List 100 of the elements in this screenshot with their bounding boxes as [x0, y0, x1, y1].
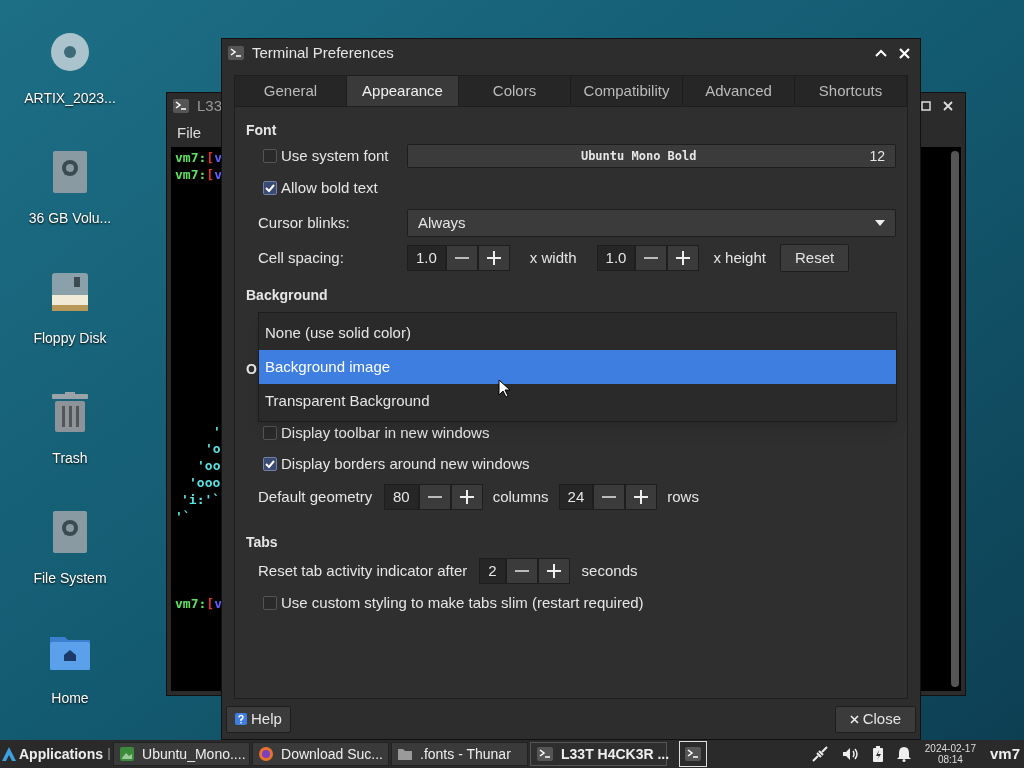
- decrement-button[interactable]: [593, 484, 626, 510]
- increment-button[interactable]: [450, 484, 483, 510]
- field-label: rows: [666, 486, 700, 507]
- taskbar-button[interactable]: .fonts - Thunar: [391, 742, 528, 766]
- field-label: x width: [528, 247, 578, 268]
- help-icon: [235, 713, 247, 725]
- terminal-icon: [685, 747, 701, 761]
- bell-icon[interactable]: [896, 746, 911, 762]
- desktop-icon-label[interactable]: ARTIX_2023...: [24, 88, 116, 109]
- close-icon: [849, 714, 859, 724]
- increment-button[interactable]: [477, 245, 510, 271]
- desktop-icon-label[interactable]: File System: [33, 568, 107, 589]
- decrement-button[interactable]: [445, 245, 478, 271]
- disc-icon[interactable]: [50, 32, 90, 72]
- battery-icon[interactable]: [872, 746, 883, 762]
- tab[interactable]: Compatibility: [571, 76, 683, 106]
- spin-field[interactable]: 2: [479, 558, 506, 584]
- increment-button[interactable]: [667, 245, 700, 271]
- checkbox-label: Display borders around new windows: [281, 453, 530, 474]
- folder-icon: [398, 748, 412, 760]
- desktop-icon-label[interactable]: Trash: [52, 448, 88, 469]
- trash-icon[interactable]: [52, 392, 88, 432]
- terminal-line: vm7:[v: [175, 149, 222, 166]
- checkbox[interactable]: [263, 426, 277, 440]
- globe-icon: [259, 747, 273, 761]
- desktop-icon-label[interactable]: Floppy Disk: [33, 328, 107, 349]
- desktop-icon-label[interactable]: 36 GB Volu...: [28, 208, 112, 229]
- terminal-line: 'ooo: [189, 474, 221, 491]
- checkbox-label: Allow bold text: [281, 177, 378, 198]
- field-label: Default geometry: [258, 486, 374, 507]
- field-label: seconds: [580, 560, 639, 581]
- maximize-icon[interactable]: [921, 101, 931, 111]
- section-heading: O: [246, 359, 257, 379]
- spin-field[interactable]: 1.0: [596, 245, 636, 271]
- field-label: x height: [712, 247, 767, 268]
- plus-icon: [459, 490, 474, 504]
- increment-button[interactable]: [625, 484, 658, 510]
- decrement-button[interactable]: [505, 558, 538, 584]
- checkbox[interactable]: [263, 181, 277, 195]
- user-name: vm7: [989, 743, 1020, 764]
- plus-icon: [634, 490, 649, 504]
- network-icon[interactable]: [810, 745, 829, 763]
- terminal-line: 'oo: [197, 457, 221, 474]
- volume-icon[interactable]: [842, 747, 859, 761]
- taskbar-button[interactable]: Ubuntu_Mono....: [113, 742, 250, 766]
- desktop-icon-label[interactable]: Home: [51, 688, 89, 709]
- increment-button[interactable]: [537, 558, 570, 584]
- checkbox-label: Use custom styling to make tabs slim (restart required): [281, 592, 644, 613]
- font-button[interactable]: Ubuntu Mono Bold 12: [407, 144, 896, 168]
- menu-item[interactable]: Transparent Background: [259, 384, 896, 418]
- field-label: Cell spacing:: [258, 247, 345, 268]
- mountain-icon: [2, 747, 16, 761]
- dropdown[interactable]: Always: [407, 209, 896, 237]
- spin-field[interactable]: 1.0: [407, 245, 446, 271]
- close-button[interactable]: Close: [834, 705, 916, 733]
- plus-icon: [546, 564, 561, 578]
- field-label: Cursor blinks:: [258, 212, 351, 233]
- tab[interactable]: Advanced: [683, 76, 795, 106]
- minus-icon: [427, 496, 442, 498]
- spin-field[interactable]: 24: [558, 484, 594, 510]
- taskbar-button[interactable]: Download Suc...: [252, 742, 389, 766]
- scrollbar[interactable]: [951, 151, 959, 687]
- decrement-button[interactable]: [418, 484, 451, 510]
- terminal-icon: [173, 99, 189, 113]
- checkbox-label: Use system font: [281, 145, 389, 166]
- help-button[interactable]: Help: [226, 705, 291, 733]
- field-label: Reset tab activity indicator after: [258, 560, 469, 581]
- checkbox[interactable]: [263, 596, 277, 610]
- home-folder-icon[interactable]: [50, 634, 90, 670]
- caret-icon: [875, 220, 885, 226]
- menu-item[interactable]: None (use solid color): [259, 316, 896, 350]
- menu-item[interactable]: Background image: [259, 350, 896, 384]
- workspace-button[interactable]: [679, 741, 707, 767]
- terminal-line: vm7:[v: [175, 595, 222, 612]
- terminal-icon: [228, 46, 244, 60]
- section-heading: Font: [246, 120, 277, 140]
- window-title: L33: [197, 95, 223, 116]
- tab[interactable]: Appearance: [347, 76, 459, 106]
- collapse-icon[interactable]: [875, 49, 887, 57]
- checkbox[interactable]: [263, 457, 277, 471]
- hard-drive-icon[interactable]: [53, 151, 87, 193]
- tab[interactable]: Colors: [459, 76, 571, 106]
- decrement-button[interactable]: [635, 245, 668, 271]
- spin-field[interactable]: 80: [384, 484, 419, 510]
- terminal-line: vm7:[v: [175, 166, 222, 183]
- minus-icon: [514, 570, 529, 572]
- terminal-line: 'i:'`: [181, 491, 221, 508]
- close-icon[interactable]: [943, 101, 953, 111]
- minus-icon: [454, 257, 469, 259]
- hard-drive-icon[interactable]: [53, 511, 87, 553]
- menu-item[interactable]: File: [177, 121, 202, 145]
- plus-icon: [676, 251, 691, 265]
- taskbar-button[interactable]: L33T H4CK3R ...: [530, 742, 667, 766]
- reset-button[interactable]: Reset: [779, 244, 850, 272]
- image-icon: [120, 747, 134, 761]
- applications-menu[interactable]: Applications: [0, 740, 105, 768]
- checkbox[interactable]: [263, 149, 277, 163]
- plus-icon: [486, 251, 501, 265]
- terminal-line: ': [213, 423, 221, 440]
- tab[interactable]: Shortcuts: [795, 76, 907, 106]
